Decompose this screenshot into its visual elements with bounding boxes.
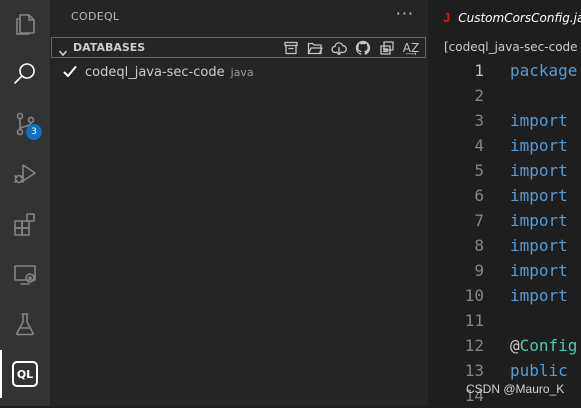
- search-icon: [14, 63, 35, 84]
- github-button[interactable]: [351, 38, 375, 57]
- explorer-button[interactable]: [0, 0, 50, 48]
- code-view[interactable]: 1 package 2 3 import 4 import 5 import 6 import 7 im…: [428, 58, 581, 408]
- code-line[interactable]: 13 public: [428, 358, 581, 383]
- testing-icon: [16, 313, 34, 336]
- sidebar-title: CODEQL: [71, 10, 120, 23]
- chevron-down-icon: [58, 43, 68, 56]
- section-actions: A͢Z: [279, 38, 423, 57]
- code-text: public: [510, 361, 568, 380]
- code-line[interactable]: 12 @Config: [428, 333, 581, 358]
- code-line[interactable]: 1 package: [428, 58, 581, 83]
- databases-section-title: DATABASES: [73, 41, 146, 54]
- database-language: java: [230, 65, 254, 79]
- sort-az-icon: A͢Z: [402, 40, 420, 55]
- files-icon: [16, 14, 35, 35]
- code-text: import: [510, 211, 568, 230]
- breadcrumb[interactable]: [codeql_java-sec-code: [444, 40, 578, 54]
- check-icon: [62, 64, 78, 80]
- code-line[interactable]: 8 import: [428, 233, 581, 258]
- archive-icon: [284, 41, 298, 54]
- line-number: 1: [474, 61, 484, 80]
- line-number: 7: [474, 211, 484, 230]
- more-actions-button[interactable]: ···: [396, 4, 414, 23]
- editor-tab[interactable]: J CustomCorsConfig.ja: [428, 0, 581, 35]
- line-number: 9: [474, 261, 484, 280]
- code-line[interactable]: 2: [428, 83, 581, 108]
- code-line[interactable]: 10 import: [428, 283, 581, 308]
- watermark: CSDN @Mauro_K: [466, 382, 565, 396]
- line-number: 8: [474, 236, 484, 255]
- codeql-sidebar: CODEQL ··· DATABASES A͢Z codeql_java-sec…: [50, 0, 428, 406]
- copy-databases-icon: [380, 40, 394, 55]
- code-text: @Config: [510, 336, 578, 355]
- source-control-button[interactable]: 3: [0, 100, 50, 148]
- code-text: import: [510, 261, 568, 280]
- code-text: import: [510, 136, 568, 155]
- code-line[interactable]: 5 import: [428, 158, 581, 183]
- line-number: 13: [464, 361, 484, 380]
- cloud-download-icon: [331, 41, 347, 55]
- testing-button[interactable]: [0, 300, 50, 348]
- code-line[interactable]: 9 import: [428, 258, 581, 283]
- codeql-button[interactable]: QL: [0, 350, 50, 398]
- code-line[interactable]: 7 import: [428, 208, 581, 233]
- codeql-icon: QL: [12, 361, 38, 387]
- remote-explorer-button[interactable]: [0, 250, 50, 298]
- sort-button[interactable]: A͢Z: [399, 38, 423, 57]
- extensions-button[interactable]: [0, 200, 50, 248]
- folder-open-icon: [307, 42, 323, 54]
- line-number: 6: [474, 186, 484, 205]
- code-line[interactable]: 6 import: [428, 183, 581, 208]
- source-control-badge: 3: [26, 124, 42, 140]
- line-number: 10: [464, 286, 484, 305]
- copy-databases-button[interactable]: [375, 38, 399, 57]
- line-number: 3: [474, 111, 484, 130]
- line-number: 5: [474, 161, 484, 180]
- line-number: 12: [464, 336, 484, 355]
- code-text: import: [510, 111, 568, 130]
- code-text: import: [510, 161, 568, 180]
- line-number: 11: [464, 311, 484, 330]
- database-list-item[interactable]: codeql_java-sec-code java: [50, 61, 426, 83]
- add-folder-button[interactable]: [303, 38, 327, 57]
- remote-explorer-icon: [14, 265, 36, 285]
- databases-section-header[interactable]: DATABASES A͢Z: [51, 37, 426, 58]
- editor-area: J CustomCorsConfig.ja [codeql_java-sec-c…: [428, 0, 581, 406]
- run-debug-button[interactable]: [0, 150, 50, 198]
- code-line[interactable]: 11: [428, 308, 581, 333]
- tab-label: CustomCorsConfig.ja: [458, 10, 581, 25]
- activity-bar: 3 QL: [0, 0, 50, 406]
- run-debug-icon: [14, 164, 36, 184]
- github-icon: [355, 40, 371, 55]
- code-text: import: [510, 286, 568, 305]
- code-line[interactable]: 3 import: [428, 108, 581, 133]
- database-name: codeql_java-sec-code: [85, 64, 225, 80]
- search-button[interactable]: [0, 50, 50, 98]
- code-text: import: [510, 236, 568, 255]
- code-text: import: [510, 186, 568, 205]
- line-number: 2: [474, 86, 484, 105]
- code-text: package: [510, 61, 578, 80]
- line-number: 4: [474, 136, 484, 155]
- archive-button[interactable]: [279, 38, 303, 57]
- java-file-icon: J: [443, 10, 451, 25]
- code-line[interactable]: 4 import: [428, 133, 581, 158]
- download-database-button[interactable]: [327, 38, 351, 57]
- extensions-icon: [14, 213, 35, 236]
